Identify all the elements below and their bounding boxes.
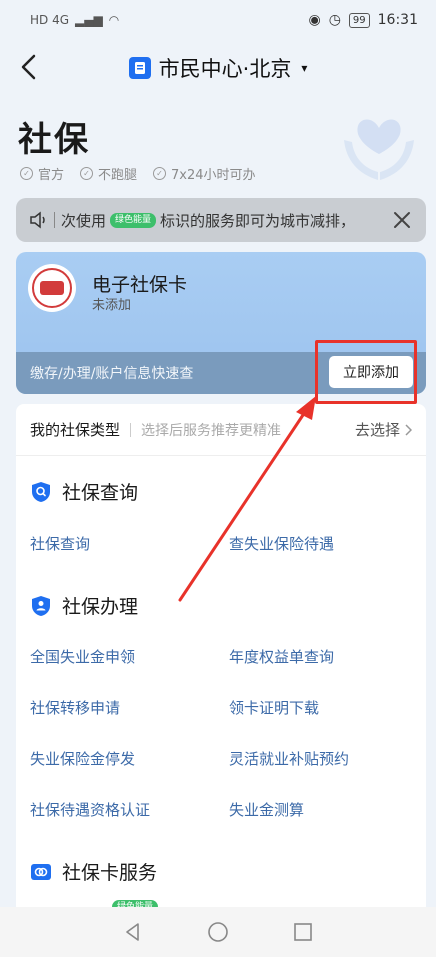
notice-banner: 次使用 绿色能量 标识的服务即可为城市减排， (16, 198, 426, 242)
section-query-title: 社保查询 (30, 478, 138, 505)
highlight-box (315, 340, 417, 404)
section-handle-title: 社保办理 (30, 592, 138, 619)
city-selector[interactable]: 市民中心·北京 ▾ (128, 53, 308, 83)
card-bottom-text: 缴存/办理/账户信息快速查 (30, 366, 194, 382)
service-item[interactable]: 社保转移申请 (30, 697, 120, 718)
card-icon (30, 861, 52, 883)
card-status: 未添加 (92, 298, 132, 313)
check-icon: ✓ (20, 167, 33, 180)
service-item[interactable]: 失业保险金停发 (30, 748, 135, 769)
badge-label: 7x24小时可办 (171, 168, 256, 183)
check-icon: ✓ (80, 167, 94, 180)
service-item[interactable]: 灵活就业补贴预约 (229, 748, 349, 769)
chevron-right-icon (405, 423, 412, 436)
go-select-link[interactable]: 去选择 (355, 419, 412, 440)
chevron-left-icon (21, 54, 36, 80)
person-shield-icon (30, 595, 52, 617)
nav-home-button[interactable] (204, 918, 232, 946)
badge-label: 官方 (38, 168, 65, 183)
service-item[interactable]: 失业金测算 (229, 799, 304, 820)
badge-label: 不跑腿 (98, 168, 138, 183)
nav-back-button[interactable] (119, 918, 147, 946)
wifi-icon: ◠ (108, 13, 120, 27)
service-item[interactable]: 社保查询 (30, 533, 90, 554)
social-security-type-row[interactable]: 我的社保类型 选择后服务推荐更精准 去选择 (16, 404, 426, 456)
service-item[interactable]: 查失业保险待遇 (229, 533, 334, 554)
clock-time: 16:31 (377, 12, 418, 28)
status-bar: HD 4G ▂▄▆ ◠ ◉ ◷ 99 16:31 (0, 0, 436, 40)
section-card-service-title: 社保卡服务 (30, 858, 157, 885)
alarm-icon: ◷ (328, 12, 341, 28)
type-hint: 选择后服务推荐更精准 (141, 422, 282, 439)
close-icon[interactable] (390, 208, 414, 232)
heart-hands-icon (344, 119, 414, 180)
badge-no-errand: ✓ 不跑腿 (80, 164, 137, 183)
check-icon: ✓ (153, 167, 167, 180)
nav-recents-button[interactable] (289, 918, 317, 946)
circle-home-icon (208, 922, 228, 942)
section-title-label: 社保办理 (62, 596, 139, 618)
caret-down-icon: ▾ (301, 61, 308, 75)
badge-official: ✓ 官方 (20, 164, 64, 183)
badge-list: ✓ 官方 ✓ 不跑腿 ✓ 7x24小时可办 (20, 164, 256, 183)
type-divider (130, 422, 132, 437)
section-title-label: 社保卡服务 (62, 862, 158, 884)
service-item[interactable]: 社保待遇资格认证 (30, 799, 150, 820)
header-title: 市民中心·北京 (158, 57, 292, 81)
section-title-label: 社保查询 (62, 482, 139, 504)
notice-divider (54, 212, 55, 228)
card-name: 电子社保卡 (92, 274, 188, 296)
card-logo-icon (28, 264, 76, 312)
speaker-icon (30, 211, 45, 229)
service-item[interactable]: 年度权益单查询 (229, 646, 334, 667)
service-item[interactable]: 全国失业金申领 (30, 646, 135, 667)
triangle-back-icon (125, 923, 139, 941)
go-select-label: 去选择 (354, 421, 400, 439)
search-shield-icon (30, 481, 52, 503)
document-icon (128, 57, 151, 79)
battery-indicator: 99 (348, 12, 370, 28)
page-title: 社保 (18, 120, 90, 160)
badge-24h: ✓ 7x24小时可办 (153, 164, 256, 183)
notice-text: 标识的服务即可为城市减排， (160, 211, 356, 230)
type-label: 我的社保类型 (30, 421, 121, 439)
system-nav-bar (0, 907, 436, 957)
notice-prefix: 次使用 (61, 211, 107, 230)
square-recents-icon (294, 923, 313, 941)
back-button[interactable] (14, 52, 44, 82)
eye-icon: ◉ (308, 12, 321, 28)
service-item[interactable]: 领卡证明下载 (229, 697, 319, 718)
top-bar: 市民中心·北京 ▾ (0, 40, 436, 96)
signal-icon: ▂▄▆ (75, 13, 103, 27)
network-indicator: HD 4G (30, 13, 70, 27)
green-energy-tag: 绿色能量 (110, 212, 157, 228)
